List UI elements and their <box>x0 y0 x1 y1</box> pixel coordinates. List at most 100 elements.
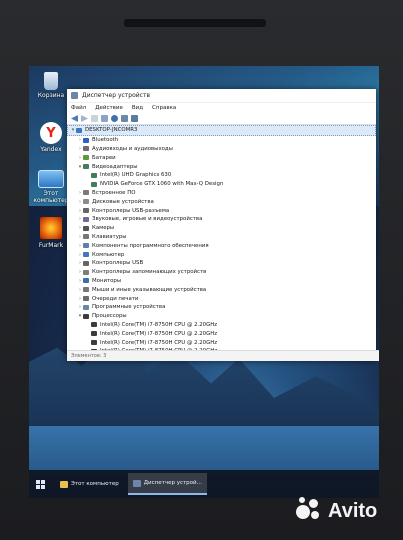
tree-node-label: Intel(R) Core(TM) i7-8750H CPU @ 2.20GHz <box>100 321 218 328</box>
tree-node[interactable]: ▾ Процессоры <box>67 312 376 321</box>
tree-node[interactable]: › Контроллеры USB-разъема <box>67 206 376 215</box>
processor-icon <box>83 313 89 319</box>
tree-node-label: Intel(R) Core(TM) i7-8750H CPU @ 2.20GHz <box>100 339 218 346</box>
tree-node-label: DESKTOP-JNCOMR3 <box>85 127 138 134</box>
start-button[interactable] <box>29 470 51 498</box>
display-adapter-icon <box>83 164 89 170</box>
tree-node[interactable]: › Встроенное ПО <box>67 189 376 198</box>
tree-node-label: Аудиовходы и аудиовыходы <box>92 145 173 152</box>
tree-node-label: Intel(R) UHD Graphics 630 <box>100 172 172 179</box>
battery-icon <box>83 155 89 161</box>
back-icon[interactable] <box>71 115 78 122</box>
keyboard-icon <box>83 234 89 240</box>
audio-icon <box>83 146 89 152</box>
tree-node[interactable]: Intel(R) Core(TM) i7-8750H CPU @ 2.20GHz <box>67 321 376 330</box>
device-manager-icon <box>71 92 78 99</box>
menu-help[interactable]: Справка <box>152 105 176 111</box>
furmark-icon <box>39 216 63 240</box>
tree-node[interactable]: › Компьютер <box>67 250 376 259</box>
recycle-bin-icon <box>44 72 58 90</box>
disk-icon <box>83 199 89 205</box>
window-titlebar[interactable]: Диспетчер устройств <box>67 89 376 103</box>
tree-node[interactable]: › Контроллеры запоминающих устройств <box>67 268 376 277</box>
tree-node[interactable]: › Bluetooth <box>67 136 376 145</box>
taskbar-item-label: Этот компьютер <box>71 481 119 487</box>
properties-icon[interactable] <box>91 115 98 122</box>
tree-node-label: Компьютер <box>92 251 125 258</box>
tree-node[interactable]: Intel(R) Core(TM) i7-8750H CPU @ 2.20GHz <box>67 338 376 347</box>
avito-watermark: Avito <box>296 497 377 525</box>
tree-node-label: Программные устройства <box>92 304 166 311</box>
status-text: Элементов: 3 <box>71 353 107 359</box>
tree-node[interactable]: Intel(R) Core(TM) i7-8750H CPU @ 2.20GHz <box>67 329 376 338</box>
tree-node[interactable]: › Аудиовходы и аудиовыходы <box>67 145 376 154</box>
bluetooth-icon <box>83 137 89 143</box>
print-queue-icon <box>83 296 89 302</box>
display-adapter-icon <box>91 172 97 178</box>
device-manager-icon <box>132 479 141 487</box>
tree-node-label: Intel(R) Core(TM) i7-8750H CPU @ 2.20GHz <box>100 330 218 337</box>
tree-node[interactable]: › Компоненты программного обеспечения <box>67 241 376 250</box>
tree-node[interactable]: › Клавиатуры <box>67 233 376 242</box>
help-icon[interactable] <box>111 115 118 122</box>
processor-icon <box>91 331 97 337</box>
menu-view[interactable]: Вид <box>132 105 143 111</box>
processor-icon <box>91 340 97 346</box>
firmware-icon <box>83 190 89 196</box>
taskbar: Этот компьютер Диспетчер устрой... <box>29 470 379 498</box>
tree-node[interactable]: › Мониторы <box>67 277 376 286</box>
yandex-browser-icon: Y <box>40 122 62 144</box>
this-pc-icon <box>38 170 64 188</box>
file-explorer-icon <box>60 480 68 488</box>
menu-file[interactable]: Файл <box>71 105 86 111</box>
tree-node[interactable]: › Звуковые, игровые и видеоустройства <box>67 215 376 224</box>
sound-icon <box>83 216 89 222</box>
tree-node[interactable]: NVIDIA GeForce GTX 1060 with Max-Q Desig… <box>67 180 376 189</box>
tree-node[interactable]: › Дисковые устройства <box>67 197 376 206</box>
window-title: Диспетчер устройств <box>82 92 151 99</box>
forward-icon[interactable] <box>81 115 88 122</box>
tree-node-label: Клавиатуры <box>92 233 127 240</box>
webcam-strip <box>124 19 266 27</box>
avito-wordmark: Avito <box>328 499 378 522</box>
tree-node[interactable]: ▾ Видеоадаптеры <box>67 162 376 171</box>
avito-logo-icon <box>296 497 324 525</box>
status-bar: Элементов: 3 <box>67 350 379 361</box>
tree-node[interactable]: › Контроллеры USB <box>67 259 376 268</box>
tree-node-label: NVIDIA GeForce GTX 1060 with Max-Q Desig… <box>100 181 224 188</box>
scan-hardware-icon[interactable] <box>121 115 128 122</box>
tree-node[interactable]: › Камеры <box>67 224 376 233</box>
tree-node[interactable]: › Батареи <box>67 153 376 162</box>
monitor-icon[interactable] <box>131 115 138 122</box>
display-adapter-icon <box>91 181 97 187</box>
tree-node-label: Видеоадаптеры <box>92 163 138 170</box>
taskbar-item-this-pc[interactable]: Этот компьютер <box>55 474 124 494</box>
toolbar <box>67 113 376 125</box>
usb-icon <box>83 208 89 214</box>
device-manager-window: Диспетчер устройств Файл Действие Вид Сп… <box>67 89 379 361</box>
tree-node[interactable]: › Мыши и иные указывающие устройства <box>67 285 376 294</box>
tree-node-label: Контроллеры USB-разъема <box>92 207 170 214</box>
tree-node[interactable]: Intel(R) UHD Graphics 630 <box>67 171 376 180</box>
tree-node-label: Bluetooth <box>92 137 119 144</box>
tree-node[interactable]: › Программные устройства <box>67 303 376 312</box>
tree-node-label: Контроллеры USB <box>92 260 144 267</box>
menu-action[interactable]: Действие <box>95 105 123 111</box>
tree-node-label: Контроллеры запоминающих устройств <box>92 269 207 276</box>
tree-node[interactable]: › Очереди печати <box>67 294 376 303</box>
windows-logo-icon <box>35 479 45 489</box>
processor-icon <box>91 322 97 328</box>
tree-node-label: Камеры <box>92 225 115 232</box>
monitor-icon <box>83 278 89 284</box>
software-device-icon <box>83 304 89 310</box>
computer-icon <box>83 252 89 258</box>
tree-node[interactable]: ▾ DESKTOP-JNCOMR3 <box>67 125 376 136</box>
tree-node-label: Встроенное ПО <box>92 189 136 196</box>
taskbar-item-device-manager[interactable]: Диспетчер устрой... <box>127 473 207 495</box>
desktop-screen: Корзина Y Yandex Этот компьютер FurMark … <box>29 66 379 498</box>
tree-node-label: Очереди печати <box>92 295 139 302</box>
tree-node-label: Процессоры <box>92 313 127 320</box>
update-driver-icon[interactable] <box>101 115 108 122</box>
device-tree: ▾ DESKTOP-JNCOMR3 › Bluetooth › Аудиовходы и … <box>67 125 376 361</box>
software-component-icon <box>83 243 89 249</box>
